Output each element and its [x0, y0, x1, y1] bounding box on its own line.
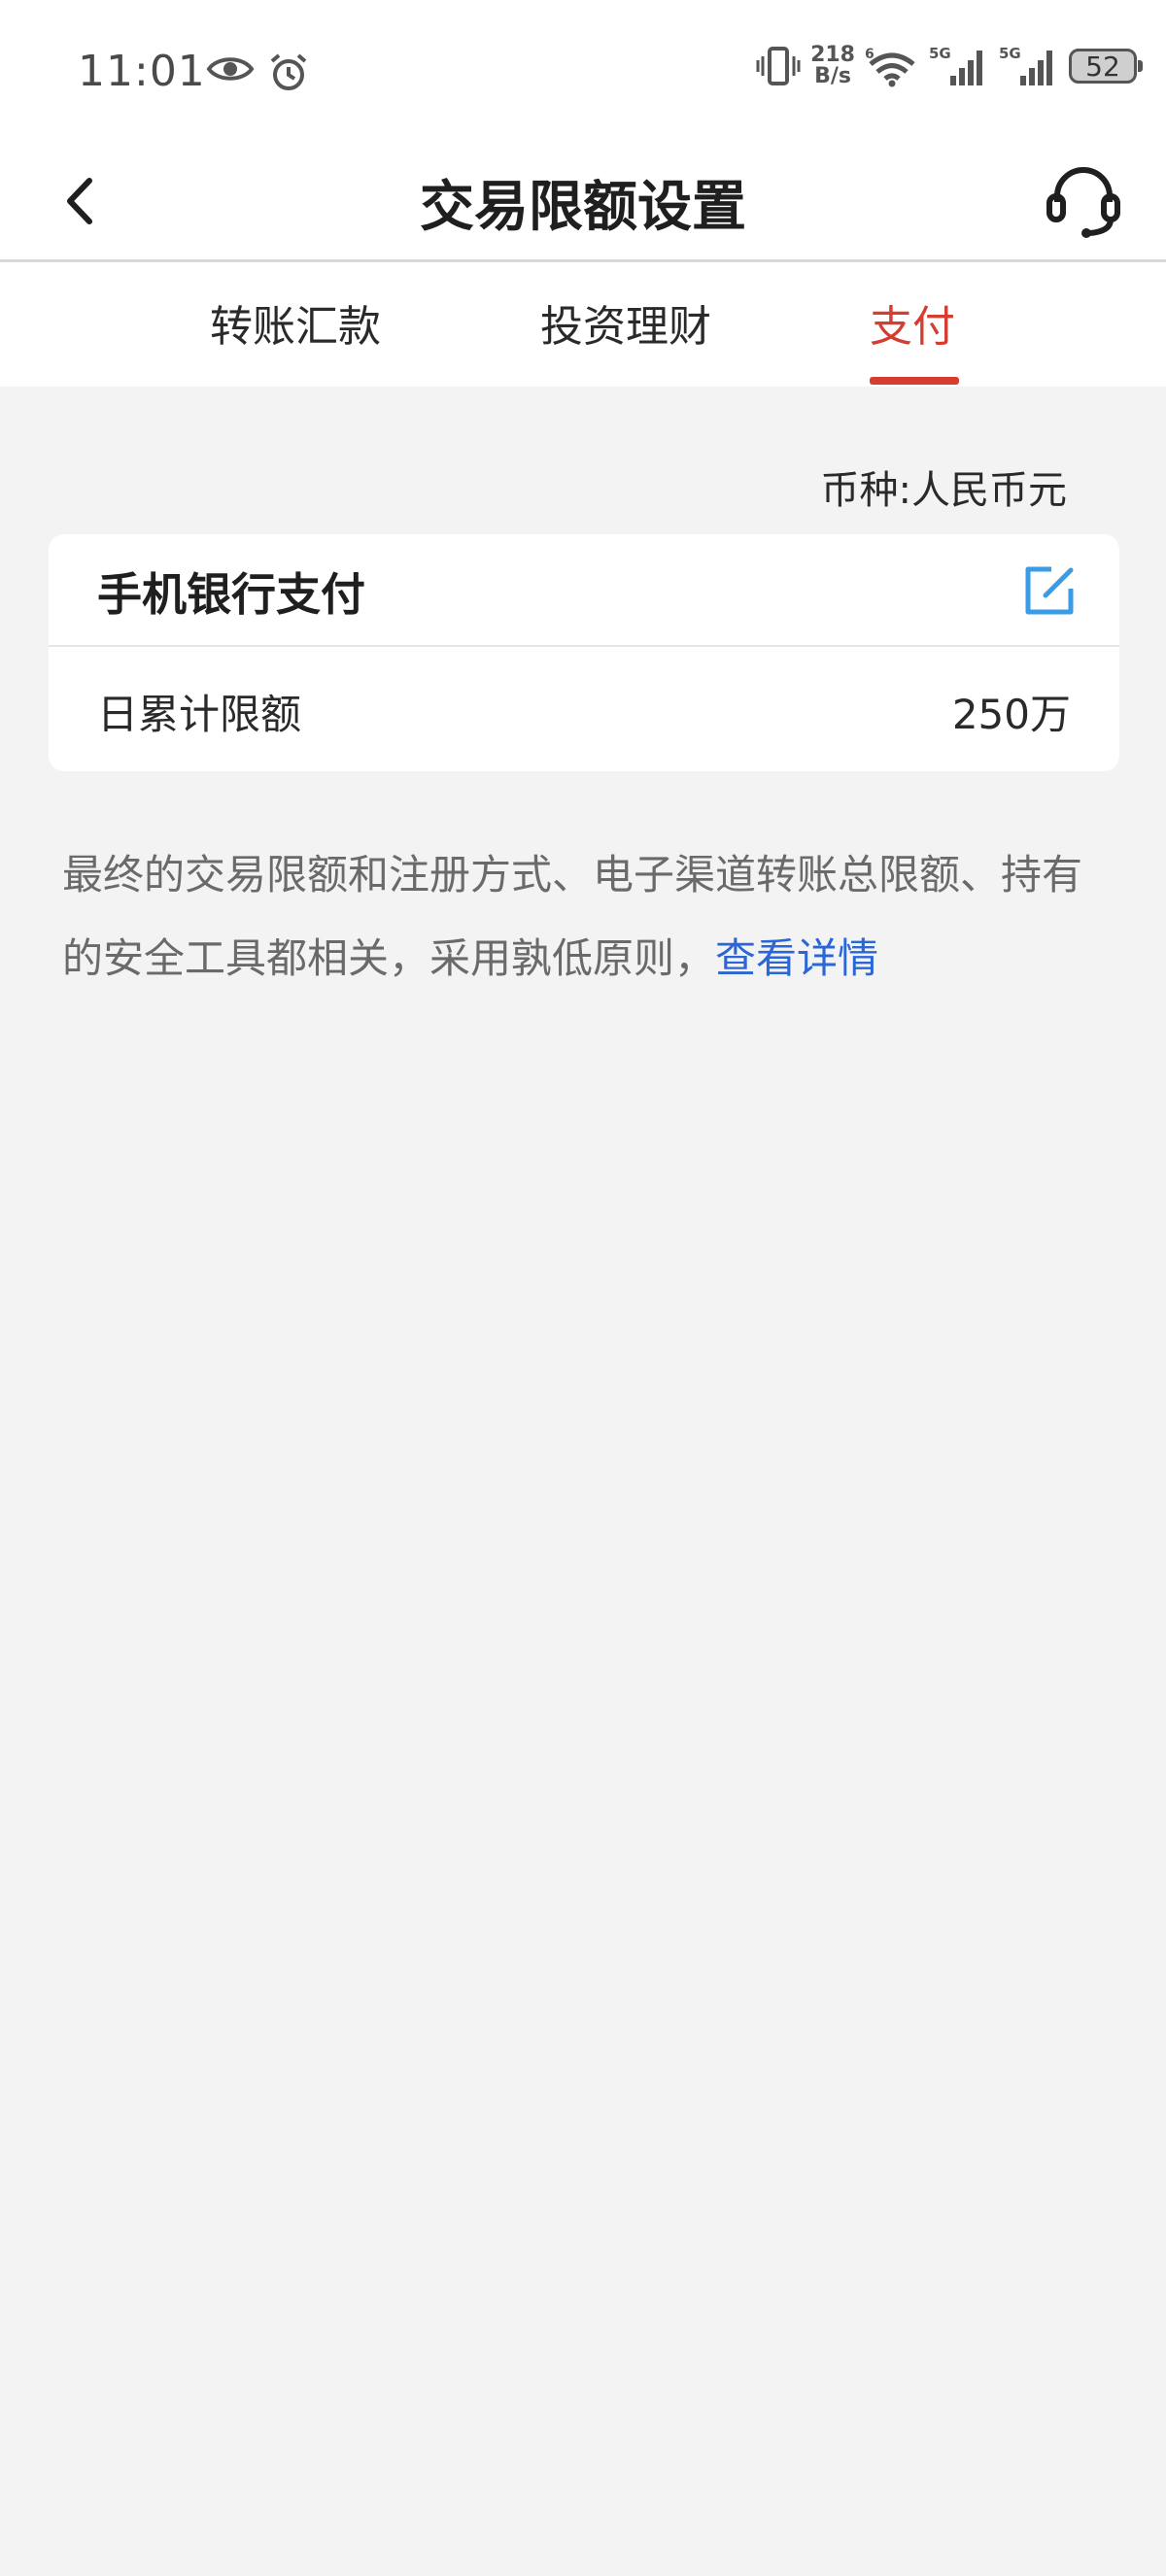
headset-icon	[1046, 167, 1120, 238]
limit-note: 最终的交易限额和注册方式、电子渠道转账总限额、持有的安全工具都相关，采用孰低原则…	[62, 833, 1112, 1000]
customer-service-button[interactable]	[1040, 157, 1127, 245]
daily-limit-row: 日累计限额 250万	[49, 647, 1119, 771]
signal-5g-icon: 5G	[929, 45, 982, 85]
daily-limit-label: 日累计限额	[97, 691, 302, 738]
daily-limit-value: 250万	[951, 691, 1071, 738]
net-speed-value: 218	[810, 43, 855, 67]
wifi-icon: 6	[865, 47, 915, 87]
limit-card: 手机银行支付 日累计限额 250万	[49, 534, 1119, 771]
net-speed: 218 B/s	[810, 45, 855, 87]
battery-level: 52	[1085, 50, 1120, 83]
page-title: 交易限额设置	[420, 176, 746, 239]
status-time: 11:01	[78, 47, 206, 96]
currency-label: 币种:人民币元	[820, 468, 1067, 513]
tab-investment[interactable]: 投资理财	[540, 291, 711, 354]
signal-5g-icon-2: 5G	[999, 45, 1052, 85]
eye-icon	[206, 57, 255, 81]
tab-payment[interactable]: 支付	[870, 291, 955, 354]
vibrate-icon	[756, 47, 801, 85]
svg-text:5G: 5G	[929, 45, 951, 62]
edit-button[interactable]	[1022, 563, 1077, 618]
card-title: 手机银行支付	[97, 568, 365, 621]
tab-transfer[interactable]: 转账汇款	[210, 291, 381, 354]
svg-text:5G: 5G	[999, 45, 1021, 62]
header: 交易限额设置	[0, 146, 1166, 262]
net-speed-unit: B/s	[814, 64, 851, 88]
limit-note-text: 最终的交易限额和注册方式、电子渠道转账总限额、持有的安全工具都相关，采用孰低原则…	[62, 851, 1083, 982]
view-details-link[interactable]: 查看详情	[715, 934, 878, 982]
tab-bar: 转账汇款 投资理财 支付	[0, 262, 1166, 387]
battery-indicator: 52	[1069, 49, 1143, 84]
status-left-icons	[206, 52, 309, 93]
status-bar: 11:01 218 B/s 6 5G 5G 52	[0, 0, 1166, 146]
active-tab-indicator	[870, 377, 959, 385]
alarm-icon	[270, 53, 307, 90]
edit-icon	[1025, 566, 1074, 615]
card-header: 手机银行支付	[49, 534, 1119, 647]
status-right-icons: 218 B/s 6 5G 5G 52	[756, 45, 1143, 87]
